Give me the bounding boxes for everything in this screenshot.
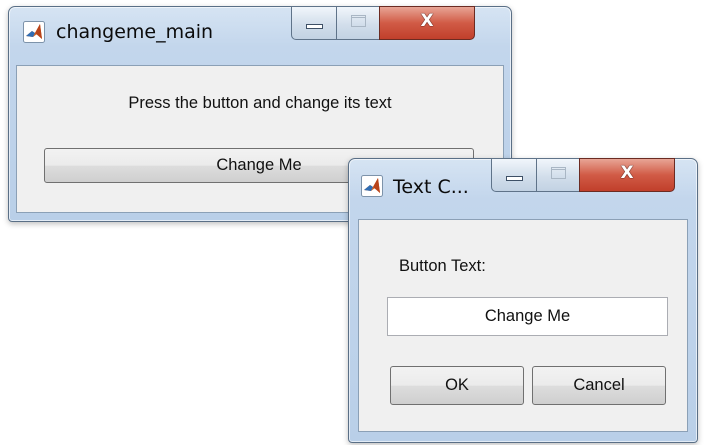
- dialog-client-area: Button Text: OK Cancel: [358, 219, 688, 432]
- dialog-minimize-button[interactable]: [491, 158, 537, 192]
- main-title-bar[interactable]: changeme_main X: [9, 6, 511, 51]
- main-window-title: changeme_main: [56, 21, 214, 43]
- minimize-icon: [506, 176, 523, 181]
- dialog-title-bar[interactable]: Text C... X: [349, 158, 697, 203]
- close-icon: X: [620, 163, 634, 183]
- ok-button[interactable]: OK: [390, 366, 524, 405]
- maximize-icon: [351, 15, 366, 27]
- close-icon: X: [420, 11, 434, 31]
- main-minimize-button[interactable]: [291, 6, 337, 40]
- button-text-input[interactable]: [387, 297, 668, 336]
- minimize-icon: [306, 24, 323, 29]
- main-close-button[interactable]: X: [379, 6, 475, 40]
- dialog-close-button[interactable]: X: [579, 158, 675, 192]
- text-change-dialog: Text C... X Button Text: OK Cancel: [348, 158, 698, 443]
- matlab-logo-icon: [23, 21, 45, 43]
- dialog-maximize-button: [536, 158, 580, 192]
- maximize-icon: [551, 167, 566, 179]
- matlab-logo-icon: [361, 175, 383, 197]
- cancel-button[interactable]: Cancel: [532, 366, 666, 405]
- main-prompt-text: Press the button and change its text: [128, 94, 392, 112]
- button-text-label: Button Text:: [399, 257, 486, 275]
- main-maximize-button: [336, 6, 380, 40]
- dialog-title: Text C...: [393, 176, 469, 198]
